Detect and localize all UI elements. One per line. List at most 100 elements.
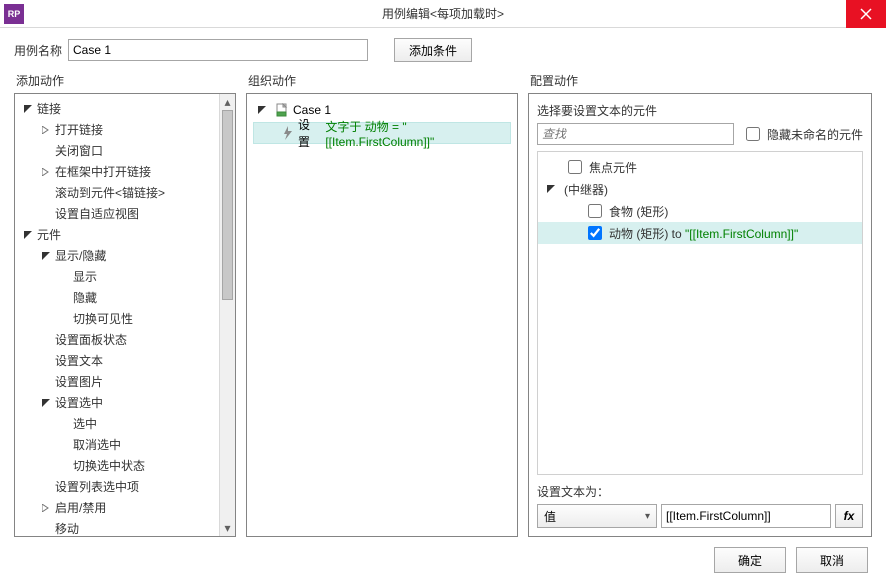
tree-label: 设置文本 [55,352,103,369]
case-label: Case 1 [293,103,331,117]
tree-label: 显示 [73,268,97,285]
tree-label: 滚动到元件<锚链接> [55,184,165,201]
widget-label: (中继器) [564,181,608,198]
tree-item-unselect[interactable]: 取消选中 [15,434,219,455]
tree-label: 隐藏 [73,289,97,306]
tree-label: 关闭窗口 [55,142,103,159]
tree-label: 切换选中状态 [73,457,145,474]
tree-item-set-list-item[interactable]: 设置列表选中项 [15,476,219,497]
page-icon [275,103,289,117]
scroll-down-icon[interactable]: ▾ [220,520,235,536]
caret-down-icon [41,251,51,261]
scroll-track[interactable] [220,110,235,520]
name-row: 用例名称 添加条件 [14,38,872,62]
tree-label: 移动 [55,520,79,536]
case-name-input[interactable] [68,39,368,61]
widget-row-repeater[interactable]: (中继器) [538,178,862,200]
widget-label: 焦点元件 [589,159,637,176]
window-title: 用例编辑<每项加载时> [0,5,886,22]
widget-row-animal[interactable]: 动物 (矩形) to "[[Item.FirstColumn]]" [538,222,862,244]
action-tree[interactable]: 链接 打开链接 关闭窗口 在框架中打开链接 滚动到元件<锚链接> 设置自适应视图… [15,98,219,536]
tree-item-set-panel-state[interactable]: 设置面板状态 [15,329,219,350]
hide-unnamed-label[interactable]: 隐藏未命名的元件 [742,124,863,144]
select-widget-header: 选择要设置文本的元件 [537,102,863,119]
tree-label: 元件 [37,226,61,243]
tree-group-set-selected[interactable]: 设置选中 [15,392,219,413]
fx-button[interactable]: fx [835,504,863,528]
organize-action-title: 组织动作 [246,72,518,89]
set-text-to-label: 设置文本为： [537,483,863,500]
caret-right-icon [41,503,51,513]
dialog-footer: 确定 取消 [14,537,872,583]
tree-label: 启用/禁用 [55,499,106,516]
tree-item-open-link[interactable]: 打开链接 [15,119,219,140]
tree-label: 设置图片 [55,373,103,390]
hide-unnamed-text: 隐藏未命名的元件 [767,126,863,143]
configure-action-title: 配置动作 [528,72,872,89]
focus-checkbox[interactable] [568,160,582,174]
tree-label: 在框架中打开链接 [55,163,151,180]
scroll-thumb[interactable] [222,110,233,300]
tree-label: 显示/隐藏 [55,247,106,264]
widget-label: 食物 (矩形) [609,203,668,220]
tree-group-show-hide[interactable]: 显示/隐藏 [15,245,219,266]
widget-label-pre: 动物 (矩形) to [609,227,685,241]
chevron-down-icon: ▾ [645,511,650,522]
tree-item-show[interactable]: 显示 [15,266,219,287]
animal-checkbox[interactable] [588,226,602,240]
tree-item-set-adaptive[interactable]: 设置自适应视图 [15,203,219,224]
widget-row-food[interactable]: 食物 (矩形) [538,200,862,222]
tree-item-scroll-to[interactable]: 滚动到元件<锚链接> [15,182,219,203]
cancel-button[interactable]: 取消 [796,547,868,573]
scroll-up-icon[interactable]: ▴ [220,94,235,110]
hide-unnamed-checkbox[interactable] [746,127,760,141]
tree-item-close-window[interactable]: 关闭窗口 [15,140,219,161]
configure-action-panel: 配置动作 选择要设置文本的元件 隐藏未命名的元件 [528,72,872,537]
value-type-select[interactable]: 值 ▾ [537,504,657,528]
search-input[interactable] [537,123,734,145]
scrollbar[interactable]: ▴ ▾ [219,94,235,536]
caret-right-icon [41,125,51,135]
tree-item-hide[interactable]: 隐藏 [15,287,219,308]
select-value-label: 值 [544,508,556,525]
tree-label: 设置自适应视图 [55,205,139,222]
food-checkbox[interactable] [588,204,602,218]
widget-label: 动物 (矩形) to "[[Item.FirstColumn]]" [609,225,798,242]
tree-item-toggle-vis[interactable]: 切换可见性 [15,308,219,329]
caret-down-icon [257,105,267,115]
tree-item-toggle-selected[interactable]: 切换选中状态 [15,455,219,476]
tree-label: 设置选中 [55,394,103,411]
add-action-title: 添加动作 [14,72,236,89]
tree-item-selected[interactable]: 选中 [15,413,219,434]
tree-item-enable-disable[interactable]: 启用/禁用 [15,497,219,518]
value-input[interactable] [661,504,831,528]
widget-label-value: "[[Item.FirstColumn]]" [685,227,798,241]
caret-down-icon [546,184,556,194]
tree-label: 选中 [73,415,97,432]
bolt-icon [282,126,294,140]
widget-row-focus[interactable]: 焦点元件 [538,156,862,178]
tree-label: 设置列表选中项 [55,478,139,495]
action-text-value: 文字于 动物 = "[[Item.FirstColumn]]" [325,118,510,149]
caret-down-icon [41,398,51,408]
tree-item-set-text[interactable]: 设置文本 [15,350,219,371]
tree-label: 切换可见性 [73,310,133,327]
tree-group-widget[interactable]: 元件 [15,224,219,245]
app-icon: RP [4,4,24,24]
tree-item-open-in-frame[interactable]: 在框架中打开链接 [15,161,219,182]
ok-button[interactable]: 确定 [714,547,786,573]
close-button[interactable] [846,0,886,28]
widget-tree[interactable]: 焦点元件 (中继器) 食物 (矩形) 动物 (矩形) to "[[It [537,151,863,475]
tree-item-set-image[interactable]: 设置图片 [15,371,219,392]
action-text-prefix: 设置 [298,116,321,150]
add-action-panel: 添加动作 链接 打开链接 关闭窗口 在框架中打开链接 滚动到元件<锚链接> 设置… [14,72,236,537]
add-condition-button[interactable]: 添加条件 [394,38,472,62]
action-row[interactable]: 设置 文字于 动物 = "[[Item.FirstColumn]]" [253,122,511,144]
tree-label: 设置面板状态 [55,331,127,348]
tree-item-move[interactable]: 移动 [15,518,219,536]
tree-group-link[interactable]: 链接 [15,98,219,119]
titlebar: RP 用例编辑<每项加载时> [0,0,886,28]
tree-label: 打开链接 [55,121,103,138]
case-name-label: 用例名称 [14,42,62,59]
tree-label: 链接 [37,100,61,117]
